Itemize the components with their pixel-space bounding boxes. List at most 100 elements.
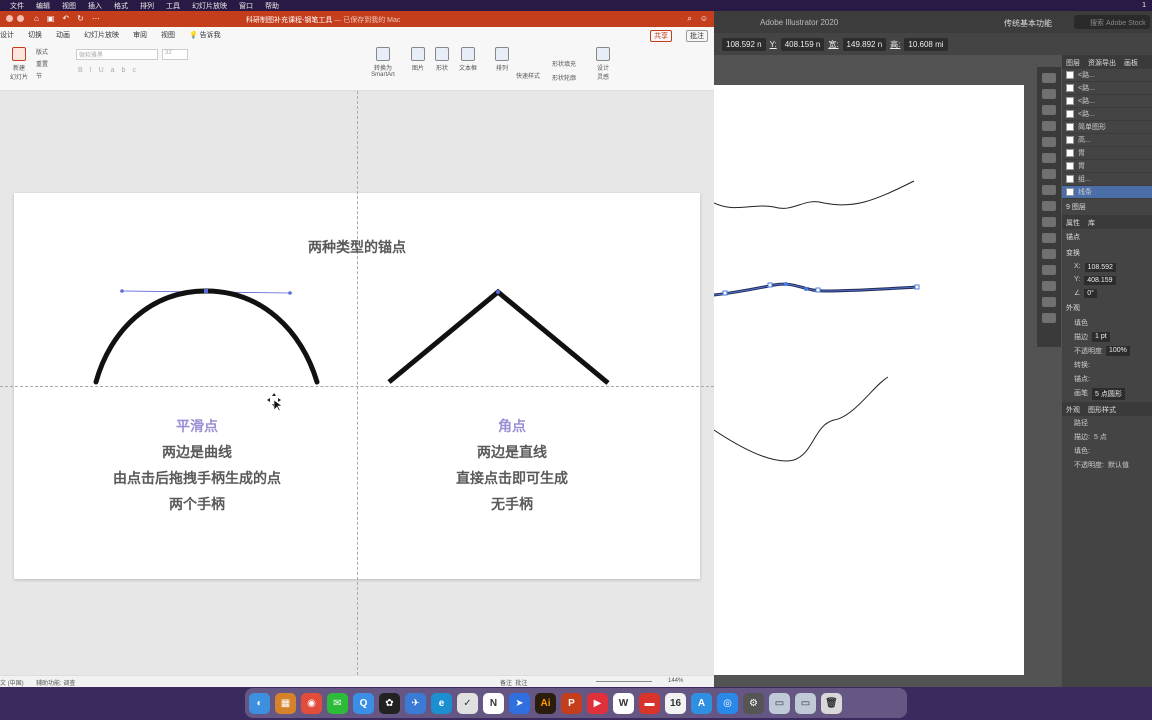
menu-format[interactable]: 格式 (114, 1, 128, 11)
translate-icon[interactable]: A (691, 692, 712, 714)
stock-search-input[interactable]: 搜索 Adobe Stock (1074, 15, 1150, 29)
stroke-weight-field[interactable]: 1 pt (1092, 332, 1110, 342)
horizontal-guide[interactable] (0, 386, 714, 387)
insert-shape-button[interactable]: 形状 (432, 47, 452, 72)
notes-button[interactable]: 备注 批注 (500, 678, 527, 687)
shape-outline-button[interactable]: 形状轮廓 (552, 73, 576, 82)
undo-icon[interactable]: ↶ (62, 14, 69, 23)
menu-view[interactable]: 视图 (62, 1, 76, 11)
section-button[interactable]: 节 (36, 71, 42, 80)
tab-properties[interactable]: 属性 (1066, 218, 1080, 227)
tab-transitions[interactable]: 切换 (28, 30, 42, 40)
powerpoint-icon[interactable]: P (561, 692, 582, 714)
infuse-icon[interactable]: ▶ (587, 692, 608, 714)
quick-styles-button[interactable]: 快速样式 (516, 71, 540, 80)
appearance-opacity-row[interactable]: 不透明度: 默认值 (1062, 458, 1152, 472)
tool-icon[interactable] (1042, 313, 1056, 323)
downloads-icon[interactable]: ▭ (795, 692, 816, 714)
system-prefs-icon[interactable]: ⚙ (743, 692, 764, 714)
tab-artboards[interactable]: 画板 (1124, 58, 1138, 67)
tab-view[interactable]: 视图 (161, 30, 175, 40)
layer-row[interactable]: 简单图形 (1062, 121, 1152, 134)
smooth-point-line-2[interactable]: 由点击后拖拽手柄生成的点 (57, 468, 337, 488)
brush-select[interactable]: 5 点圆形 (1092, 388, 1125, 400)
menu-edit[interactable]: 编辑 (36, 1, 50, 11)
tab-design[interactable]: 设计 (0, 30, 14, 40)
vertical-guide[interactable] (357, 91, 358, 675)
layer-row[interactable]: <路... (1062, 95, 1152, 108)
menu-file[interactable]: 文件 (10, 1, 24, 11)
tool-icon[interactable] (1042, 217, 1056, 227)
trash-icon[interactable]: 🗑 (821, 692, 842, 714)
tab-asset-export[interactable]: 资源导出 (1088, 58, 1116, 67)
slide-title[interactable]: 两种类型的锚点 (257, 237, 457, 257)
tool-icon[interactable] (1042, 121, 1056, 131)
layer-row[interactable]: 胃 (1062, 147, 1152, 160)
tab-libraries[interactable]: 库 (1088, 218, 1095, 227)
slide-workspace[interactable] (0, 91, 714, 675)
prop-y-field[interactable]: 408.159 (1084, 276, 1116, 285)
corner-point-line-2[interactable]: 直接点击即可生成 (372, 468, 652, 488)
opacity-field[interactable]: 100% (1106, 346, 1130, 356)
menu-window[interactable]: 窗口 (239, 1, 253, 11)
feishu-icon[interactable]: ➤ (509, 692, 530, 714)
appearance-stroke-row[interactable]: 描边: 5 点 (1062, 430, 1152, 444)
qq-icon[interactable]: ✿ (379, 692, 400, 714)
launchpad-icon[interactable]: ▦ (275, 692, 296, 714)
smooth-point-line-1[interactable]: 两边是曲线 (57, 442, 337, 462)
tab-slideshow[interactable]: 幻灯片放映 (84, 30, 119, 40)
tool-icon[interactable] (1042, 249, 1056, 259)
minimize-window-button[interactable] (17, 15, 24, 22)
tool-icon[interactable] (1042, 137, 1056, 147)
close-window-button[interactable] (6, 15, 13, 22)
tool-icon[interactable] (1042, 153, 1056, 163)
appearance-fill-row[interactable]: 填色: (1062, 444, 1152, 458)
tasks-icon[interactable]: ✓ (457, 692, 478, 714)
chrome-icon[interactable]: ◉ (301, 692, 322, 714)
insert-textbox-button[interactable]: 文本框 (456, 47, 480, 72)
y-field[interactable]: 408.159 n (780, 37, 825, 51)
layout-button[interactable]: 版式 (36, 47, 48, 56)
home-icon[interactable]: ⌂ (34, 14, 39, 23)
layer-row[interactable]: <路... (1062, 82, 1152, 95)
tab-layers[interactable]: 图层 (1066, 58, 1080, 67)
safari-icon[interactable]: ◎ (717, 692, 738, 714)
corner-point-line-3[interactable]: 无手柄 (372, 494, 652, 514)
notion-icon[interactable]: N (483, 692, 504, 714)
new-slide-button[interactable]: 新建 幻灯片 (8, 47, 30, 81)
arrange-button[interactable]: 排列 (492, 47, 512, 72)
tool-icon[interactable] (1042, 105, 1056, 115)
present-icon[interactable]: ▬ (639, 692, 660, 714)
layer-row[interactable]: <路... (1062, 108, 1152, 121)
illustrator-artboard[interactable] (713, 85, 1024, 675)
reset-button[interactable]: 重置 (36, 59, 48, 68)
language-status[interactable]: 文 (中国) (0, 678, 24, 687)
menu-help[interactable]: 帮助 (265, 1, 279, 11)
share-button[interactable]: 共享 (650, 30, 672, 42)
designer-button[interactable]: 设计 灵感 (594, 47, 612, 81)
layer-row[interactable]: 胃 (1062, 160, 1152, 173)
illustrator-icon[interactable]: Ai (535, 692, 556, 714)
tool-icon[interactable] (1042, 185, 1056, 195)
tool-icon[interactable] (1042, 233, 1056, 243)
mail-icon[interactable]: ✈ (405, 692, 426, 714)
tab-graphic-styles[interactable]: 图形样式 (1088, 405, 1116, 414)
prop-x-field[interactable]: 108.592 (1084, 263, 1116, 272)
zoom-level[interactable]: 144% (668, 678, 683, 684)
smooth-point-heading[interactable]: 平滑点 (97, 416, 297, 436)
smiley-icon[interactable]: ☺ (700, 14, 708, 24)
prop-angle-field[interactable]: 0° (1084, 289, 1097, 298)
workspace-switcher[interactable]: 传统基本功能 (1004, 18, 1052, 29)
artboard-paths[interactable] (713, 85, 1024, 675)
menu-slideshow[interactable]: 幻灯片放映 (192, 1, 227, 11)
zoom-slider[interactable] (596, 681, 652, 682)
tool-icon[interactable] (1042, 89, 1056, 99)
calendar-icon[interactable]: 16 (665, 692, 686, 714)
folder-icon[interactable]: ▭ (769, 692, 790, 714)
insert-picture-button[interactable]: 图片 (408, 47, 428, 72)
smooth-point-line-3[interactable]: 两个手柄 (57, 494, 337, 514)
word-app-icon[interactable]: W (613, 692, 634, 714)
accessibility-status[interactable]: 辅助功能: 调查 (36, 678, 75, 687)
tool-icon[interactable] (1042, 297, 1056, 307)
tab-animations[interactable]: 动画 (56, 30, 70, 40)
